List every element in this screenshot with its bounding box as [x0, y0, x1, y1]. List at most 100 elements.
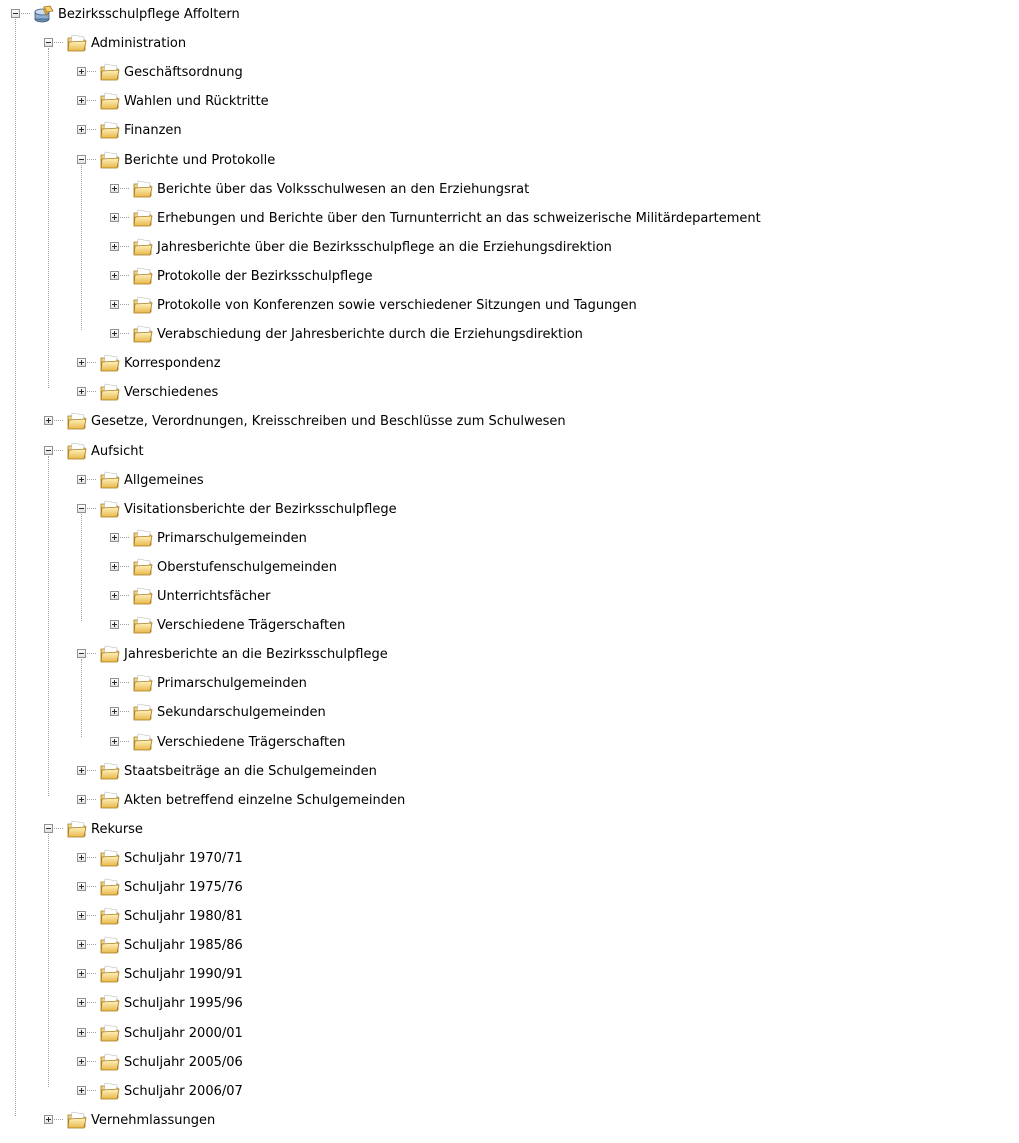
expand-toggle-icon[interactable]	[77, 1056, 86, 1066]
tree-node[interactable]: Allgemeines	[0, 467, 1019, 496]
tree-node-label[interactable]: Visitationsberichte der Bezirksschulpfle…	[123, 501, 398, 518]
tree-node[interactable]: Schuljahr 1990/91	[0, 961, 1019, 990]
expand-toggle-icon[interactable]	[110, 707, 119, 717]
expand-toggle-icon[interactable]	[77, 1085, 86, 1095]
expand-toggle-icon[interactable]	[77, 882, 86, 891]
tree-node[interactable]: Verschiedene Trägerschaften	[0, 612, 1019, 641]
tree-node-label[interactable]: Aufsicht	[90, 443, 145, 460]
tree-node-label[interactable]: Primarschulgemeinden	[156, 530, 308, 547]
expand-toggle-icon[interactable]	[110, 532, 119, 542]
expand-toggle-icon[interactable]	[77, 96, 86, 106]
tree-node[interactable]: Unterrichtsfächer	[0, 583, 1019, 612]
tree-node-label[interactable]: Oberstufenschulgemeinden	[156, 559, 338, 576]
expand-toggle-icon[interactable]	[77, 794, 86, 804]
tree-node-label[interactable]: Rekurse	[90, 821, 144, 838]
expand-toggle-icon[interactable]	[110, 212, 119, 222]
tree-node-label[interactable]: Schuljahr 2005/06	[123, 1054, 244, 1071]
tree-node[interactable]: Bezirksschulpflege Affoltern	[0, 1, 1019, 30]
tree-node-label[interactable]: Berichte über das Volksschulwesen an den…	[156, 181, 530, 198]
tree-node[interactable]: Vernehmlassungen	[0, 1107, 1019, 1136]
tree-node[interactable]: Staatsbeiträge an die Schulgemeinden	[0, 758, 1019, 787]
expand-toggle-icon[interactable]	[110, 300, 119, 309]
tree-node-label[interactable]: Allgemeines	[123, 472, 205, 489]
tree-node[interactable]: Jahresberichte über die Bezirksschulpfle…	[0, 234, 1019, 263]
tree-node-label[interactable]: Wahlen und Rücktritte	[123, 93, 270, 110]
tree-node-label[interactable]: Verschiedene Trägerschaften	[156, 617, 346, 634]
tree-node[interactable]: Primarschulgemeinden	[0, 670, 1019, 699]
expand-toggle-icon[interactable]	[77, 969, 86, 979]
tree-node[interactable]: Primarschulgemeinden	[0, 525, 1019, 554]
tree-node-label[interactable]: Administration	[90, 35, 187, 52]
expand-toggle-icon[interactable]	[77, 940, 86, 950]
tree-node-label[interactable]: Finanzen	[123, 122, 183, 139]
tree-node[interactable]: Jahresberichte an die Bezirksschulpflege	[0, 641, 1019, 670]
tree-node[interactable]: Korrespondenz	[0, 350, 1019, 379]
tree-node[interactable]: Schuljahr 1995/96	[0, 990, 1019, 1019]
expand-toggle-icon[interactable]	[77, 387, 86, 397]
tree-node[interactable]: Aufsicht	[0, 438, 1019, 467]
tree-node[interactable]: Schuljahr 1985/86	[0, 932, 1019, 961]
tree-node-label[interactable]: Jahresberichte an die Bezirksschulpflege	[123, 646, 389, 663]
expand-toggle-icon[interactable]	[110, 620, 119, 630]
tree-node[interactable]: Verschiedene Trägerschaften	[0, 729, 1019, 758]
tree-node[interactable]: Oberstufenschulgemeinden	[0, 554, 1019, 583]
collapse-toggle-icon[interactable]	[44, 445, 53, 455]
tree-node-label[interactable]: Vernehmlassungen	[90, 1112, 216, 1129]
tree-node[interactable]: Schuljahr 2005/06	[0, 1049, 1019, 1078]
tree-node-label[interactable]: Schuljahr 1985/86	[123, 937, 244, 954]
expand-toggle-icon[interactable]	[77, 852, 86, 862]
expand-toggle-icon[interactable]	[77, 358, 86, 368]
tree-node[interactable]: Administration	[0, 30, 1019, 59]
tree-node-label[interactable]: Erhebungen und Berichte über den Turnunt…	[156, 210, 762, 227]
tree-node-label[interactable]: Jahresberichte über die Bezirksschulpfle…	[156, 239, 613, 256]
expand-toggle-icon[interactable]	[44, 416, 53, 426]
expand-toggle-icon[interactable]	[110, 241, 119, 251]
collapse-toggle-icon[interactable]	[44, 38, 53, 48]
expand-toggle-icon[interactable]	[110, 183, 119, 193]
tree-node[interactable]: Wahlen und Rücktritte	[0, 88, 1019, 117]
expand-toggle-icon[interactable]	[110, 561, 119, 571]
tree-node[interactable]: Schuljahr 1975/76	[0, 874, 1019, 903]
collapse-toggle-icon[interactable]	[44, 823, 53, 833]
expand-toggle-icon[interactable]	[110, 678, 119, 688]
expand-toggle-icon[interactable]	[77, 1027, 86, 1037]
tree-node-label[interactable]: Protokolle von Konferenzen sowie verschi…	[156, 297, 638, 314]
tree-node-label[interactable]: Bezirksschulpflege Affoltern	[57, 6, 241, 23]
tree-node[interactable]: Finanzen	[0, 117, 1019, 146]
expand-toggle-icon[interactable]	[77, 474, 86, 484]
expand-toggle-icon[interactable]	[110, 270, 119, 280]
expand-toggle-icon[interactable]	[77, 911, 86, 921]
tree-node[interactable]: Protokolle der Bezirksschulpflege	[0, 263, 1019, 292]
tree-node[interactable]: Verabschiedung der Jahresberichte durch …	[0, 321, 1019, 350]
tree-node-label[interactable]: Schuljahr 1990/91	[123, 966, 244, 983]
tree-node[interactable]: Schuljahr 1970/71	[0, 845, 1019, 874]
expand-toggle-icon[interactable]	[77, 125, 86, 135]
tree-node-label[interactable]: Unterrichtsfächer	[156, 588, 271, 605]
tree-node-label[interactable]: Verschiedenes	[123, 384, 219, 401]
expand-toggle-icon[interactable]	[44, 1114, 53, 1124]
expand-toggle-icon[interactable]	[77, 765, 86, 775]
tree-node-label[interactable]: Gesetze, Verordnungen, Kreisschreiben un…	[90, 413, 567, 430]
tree-node[interactable]: Akten betreffend einzelne Schulgemeinden	[0, 787, 1019, 816]
tree-node-label[interactable]: Sekundarschulgemeinden	[156, 704, 327, 721]
tree-node-label[interactable]: Schuljahr 1995/96	[123, 995, 244, 1012]
tree-node[interactable]: Berichte und Protokolle	[0, 147, 1019, 176]
tree-node[interactable]: Verschiedenes	[0, 379, 1019, 408]
tree-node-label[interactable]: Verschiedene Trägerschaften	[156, 734, 346, 751]
tree-node[interactable]: Schuljahr 1980/81	[0, 903, 1019, 932]
tree-node-label[interactable]: Schuljahr 1970/71	[123, 850, 244, 867]
collapse-toggle-icon[interactable]	[11, 9, 20, 18]
expand-toggle-icon[interactable]	[110, 329, 119, 339]
tree-node[interactable]: Berichte über das Volksschulwesen an den…	[0, 176, 1019, 205]
tree-node[interactable]: Gesetze, Verordnungen, Kreisschreiben un…	[0, 408, 1019, 437]
collapse-toggle-icon[interactable]	[77, 649, 86, 659]
tree-node-label[interactable]: Primarschulgemeinden	[156, 675, 308, 692]
tree-node-label[interactable]: Schuljahr 1975/76	[123, 879, 244, 896]
tree-node[interactable]: Protokolle von Konferenzen sowie verschi…	[0, 292, 1019, 321]
collapse-toggle-icon[interactable]	[77, 154, 86, 164]
tree-node-label[interactable]: Verabschiedung der Jahresberichte durch …	[156, 326, 584, 343]
tree-node-label[interactable]: Akten betreffend einzelne Schulgemeinden	[123, 792, 406, 809]
tree-node-label[interactable]: Staatsbeiträge an die Schulgemeinden	[123, 763, 378, 780]
tree-node-label[interactable]: Protokolle der Bezirksschulpflege	[156, 268, 373, 285]
tree-node-label[interactable]: Schuljahr 2006/07	[123, 1083, 244, 1100]
